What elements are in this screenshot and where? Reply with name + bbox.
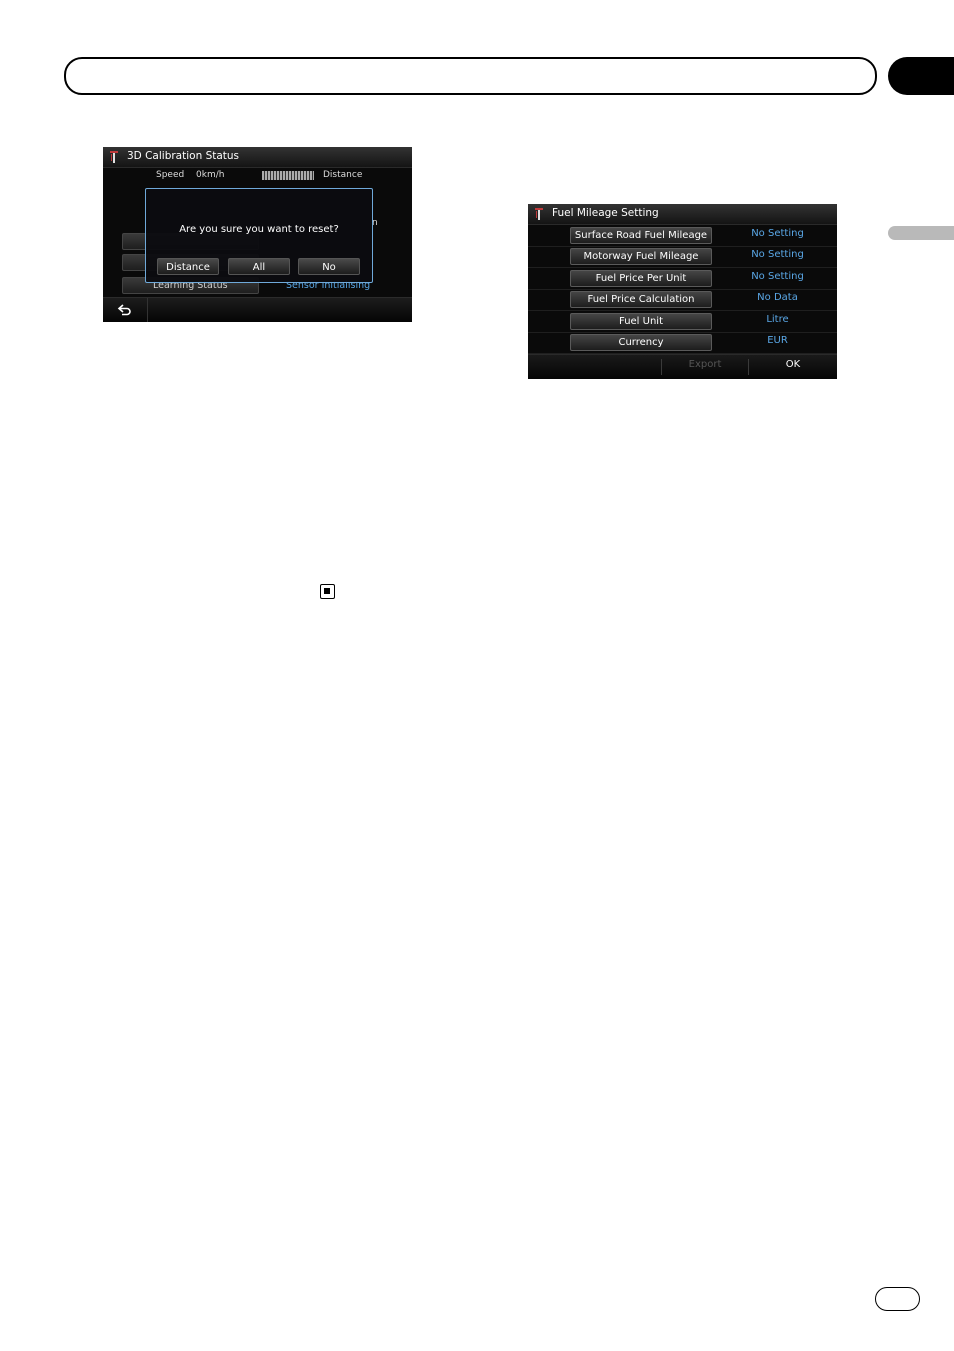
list-item: Fuel Price Calculation No Data (528, 289, 837, 311)
fuel-price-calculation-button[interactable]: Fuel Price Calculation (570, 291, 712, 308)
distance-gauge (262, 171, 314, 180)
list-item: Surface Road Fuel Mileage No Setting (528, 225, 837, 247)
reset-confirm-dialog: Are you sure you want to reset? Distance… (145, 188, 373, 283)
dialog-message: Are you sure you want to reset? (179, 224, 339, 235)
speed-value: 0km/h (196, 170, 225, 180)
page-number-badge (875, 1287, 920, 1311)
bottom-bar: Export OK (528, 354, 837, 379)
setting-value: No Data (757, 292, 798, 303)
title-bar: 3D Calibration Status (103, 147, 412, 168)
setting-value: EUR (767, 335, 788, 346)
fuel-price-per-unit-button[interactable]: Fuel Price Per Unit (570, 270, 712, 287)
screen-title: 3D Calibration Status (127, 150, 240, 162)
reset-no-button[interactable]: No (298, 258, 360, 275)
reset-all-button[interactable]: All (228, 258, 290, 275)
setting-value: No Setting (751, 228, 804, 239)
fuel-mileage-setting-screen: Fuel Mileage Setting Surface Road Fuel M… (528, 204, 837, 379)
export-button[interactable]: Export (662, 359, 748, 370)
chapter-header-bar (64, 57, 877, 95)
bottom-bar (103, 297, 412, 322)
end-of-section-icon (320, 584, 335, 599)
setting-value: No Setting (751, 249, 804, 260)
list-item: Motorway Fuel Mileage No Setting (528, 246, 837, 268)
distance-label: Distance (323, 170, 363, 180)
reset-distance-button[interactable]: Distance (157, 258, 219, 275)
list-item: Currency EUR (528, 332, 837, 354)
back-arrow-icon (117, 304, 131, 316)
chapter-tab (888, 57, 954, 95)
ok-button[interactable]: OK (749, 359, 837, 370)
motorway-fuel-mileage-button[interactable]: Motorway Fuel Mileage (570, 248, 712, 265)
setting-value: Litre (766, 314, 789, 325)
setting-value: No Setting (751, 271, 804, 282)
app-icon (110, 151, 118, 163)
calibration-status-screen: 3D Calibration Status Speed 0km/h Distan… (103, 147, 412, 322)
list-item: Fuel Unit Litre (528, 311, 837, 333)
back-button[interactable] (103, 298, 148, 322)
title-bar: Fuel Mileage Setting (528, 204, 837, 225)
list-item: Fuel Price Per Unit No Setting (528, 268, 837, 290)
surface-road-fuel-mileage-button[interactable]: Surface Road Fuel Mileage (570, 227, 712, 244)
fuel-unit-button[interactable]: Fuel Unit (570, 313, 712, 330)
currency-button[interactable]: Currency (570, 334, 712, 351)
section-side-tab (888, 226, 954, 240)
speed-label: Speed (156, 170, 185, 180)
screen-title: Fuel Mileage Setting (552, 207, 659, 219)
app-icon (535, 208, 543, 220)
